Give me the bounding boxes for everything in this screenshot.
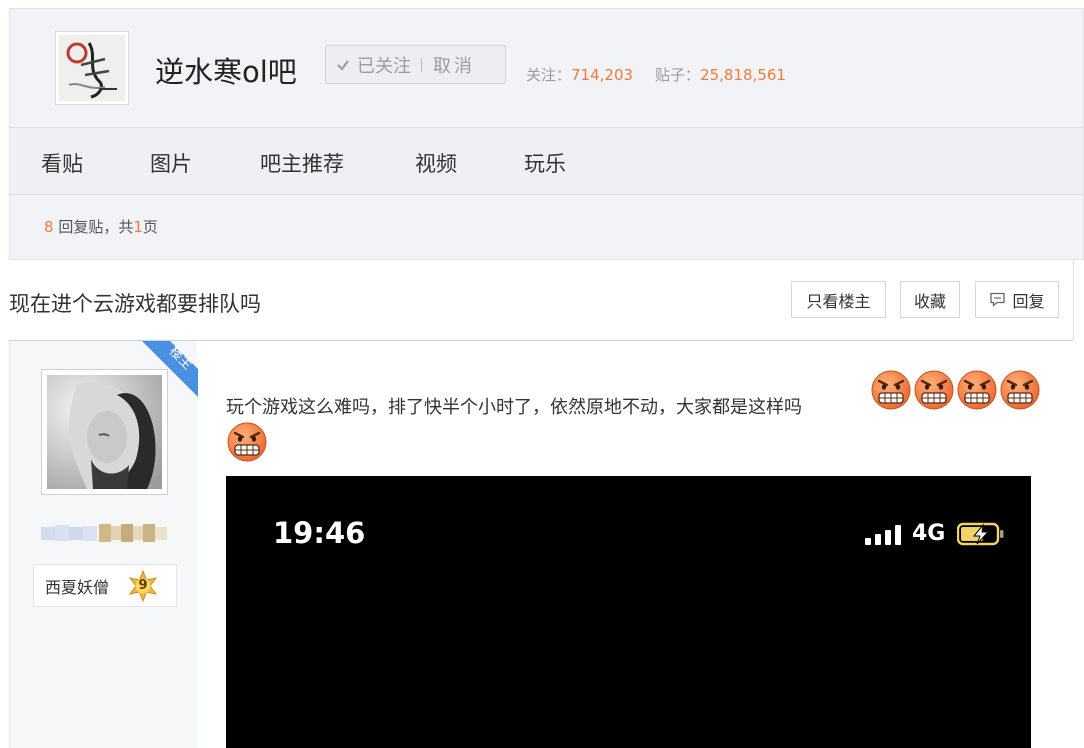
follow-count: 714,203 bbox=[571, 66, 634, 84]
post-count-label: 贴子： bbox=[655, 66, 701, 84]
forum-name[interactable]: 逆水寒ol吧 bbox=[155, 49, 297, 91]
angry-grin-emoji bbox=[226, 421, 268, 463]
author-level-badge[interactable]: 西夏妖僧 9 bbox=[33, 564, 177, 607]
follow-count-label: 关注： bbox=[526, 66, 572, 84]
nav-tab-posts[interactable]: 看贴 bbox=[41, 148, 83, 178]
author-avatar[interactable] bbox=[41, 369, 168, 495]
thread-title-bar: 现在进个云游戏都要排队吗 只看楼主 收藏 回复 bbox=[9, 260, 1074, 341]
angry-grin-emoji bbox=[870, 369, 912, 411]
author-panel: 楼主 西夏妖僧 9 bbox=[9, 341, 198, 748]
follow-button-group: 已关注 取消 bbox=[325, 45, 506, 84]
angry-grin-emoji bbox=[913, 369, 955, 411]
favorite-button[interactable]: 收藏 bbox=[900, 281, 960, 318]
forum-header: 逆水寒ol吧 已关注 取消 关注：714,203 贴子：25,818,561 看贴… bbox=[9, 8, 1084, 260]
nav-tab-fun[interactable]: 玩乐 bbox=[524, 148, 566, 178]
post-screenshot-image[interactable]: 19:46 4G bbox=[226, 476, 1031, 748]
check-icon bbox=[337, 59, 349, 71]
nav-tab-videos[interactable]: 视频 bbox=[415, 148, 457, 178]
avatar-image bbox=[47, 375, 162, 489]
reply-count: 8 bbox=[44, 218, 54, 236]
level-title: 西夏妖僧 bbox=[45, 577, 110, 597]
forum-stats: 关注：714,203 贴子：25,818,561 bbox=[526, 64, 786, 85]
reply-label: 回复 bbox=[1012, 291, 1045, 311]
level-number: 9 bbox=[138, 577, 148, 593]
cell-signal-icon bbox=[865, 525, 901, 545]
followed-button[interactable]: 已关注 bbox=[326, 46, 411, 83]
battery-charging-icon bbox=[957, 522, 1004, 546]
nav-tab-images[interactable]: 图片 bbox=[150, 148, 192, 178]
screenshot-time: 19:46 bbox=[273, 516, 366, 550]
reply-button[interactable]: 回复 bbox=[975, 281, 1059, 318]
post-count: 25,818,561 bbox=[700, 66, 786, 84]
follow-divider bbox=[421, 57, 422, 72]
favorite-label: 收藏 bbox=[913, 291, 946, 311]
followed-label: 已关注 bbox=[357, 55, 411, 77]
forum-logo[interactable] bbox=[55, 31, 129, 105]
screenshot-network: 4G bbox=[912, 521, 946, 546]
forum-logo-image bbox=[59, 35, 125, 101]
post-content-text: 玩个游戏这么难吗，排了快半个小时了，依然原地不动，大家都是这样吗 bbox=[226, 397, 802, 418]
reply-summary-text: 回复贴，共 bbox=[53, 218, 134, 236]
only-op-button[interactable]: 只看楼主 bbox=[791, 281, 886, 318]
angry-grin-emoji bbox=[956, 369, 998, 411]
nav-tab-featured[interactable]: 吧主推荐 bbox=[260, 148, 344, 178]
author-username-blurred[interactable] bbox=[41, 521, 169, 545]
reply-summary: 8 回复贴，共1页 bbox=[44, 216, 158, 237]
page-count: 1 bbox=[133, 218, 143, 236]
page-suffix: 页 bbox=[142, 218, 158, 236]
thread-title: 现在进个云游戏都要排队吗 bbox=[9, 292, 261, 316]
chat-bubble-icon bbox=[990, 292, 1006, 307]
blurred-username-image bbox=[41, 524, 167, 542]
unfollow-button[interactable]: 取消 bbox=[433, 46, 475, 83]
level-star-icon: 9 bbox=[127, 569, 159, 602]
only-op-label: 只看楼主 bbox=[806, 291, 871, 311]
forum-nav: 看贴 图片 吧主推荐 视频 玩乐 bbox=[10, 127, 1083, 195]
post-floor-1: 楼主 西夏妖僧 9 玩个游戏这么难吗，排了快半个小时了，依然原地不动，大家都是这… bbox=[9, 341, 1074, 748]
angry-grin-emoji bbox=[999, 369, 1041, 411]
